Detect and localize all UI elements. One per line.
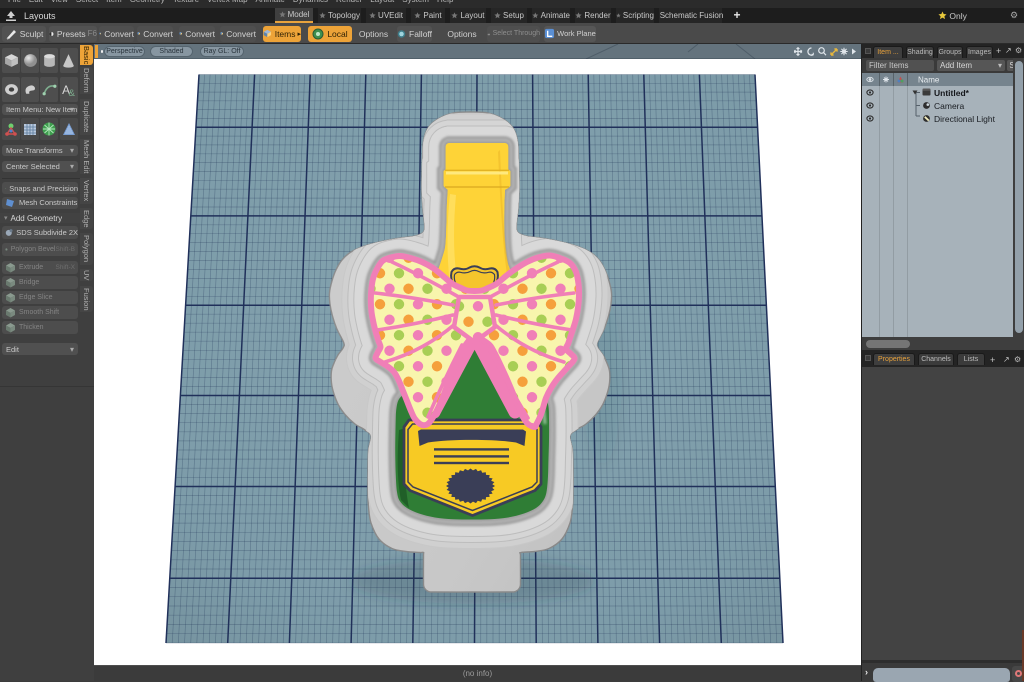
svg-text:Name: Name	[918, 76, 940, 85]
svg-text:Directional Light: Directional Light	[934, 114, 996, 124]
svg-text:&: &	[69, 87, 76, 96]
svg-text:Camera: Camera	[934, 101, 965, 111]
svg-text:Untitled*: Untitled*	[934, 88, 970, 98]
